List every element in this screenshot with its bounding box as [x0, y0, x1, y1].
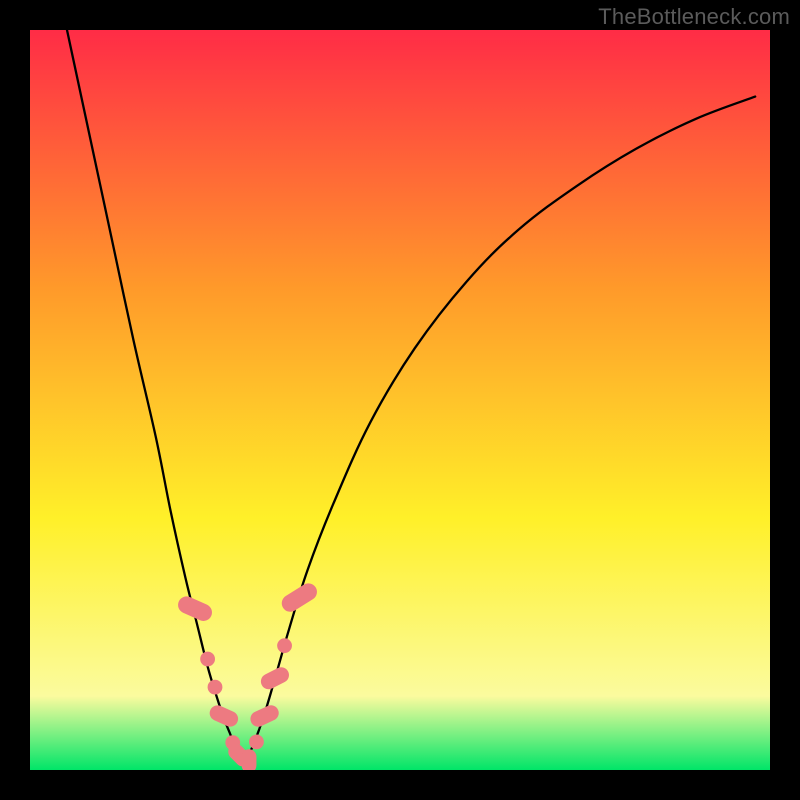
curve-markers [175, 580, 320, 770]
marker-dot-7 [249, 734, 264, 749]
marker-pill-9 [258, 665, 291, 692]
curve-right_branch [245, 97, 756, 763]
marker-pill-6 [242, 749, 257, 770]
chart-plot-area [30, 30, 770, 770]
marker-dot-1 [200, 652, 215, 667]
watermark-text: TheBottleneck.com [598, 4, 790, 30]
marker-pill-3 [207, 703, 240, 729]
bottleneck-curve [67, 30, 755, 763]
curve-left_branch [67, 30, 245, 763]
marker-dot-10 [277, 638, 292, 653]
marker-pill-8 [248, 703, 281, 730]
chart-svg [30, 30, 770, 770]
marker-dot-2 [208, 680, 223, 695]
marker-pill-11 [279, 580, 321, 615]
